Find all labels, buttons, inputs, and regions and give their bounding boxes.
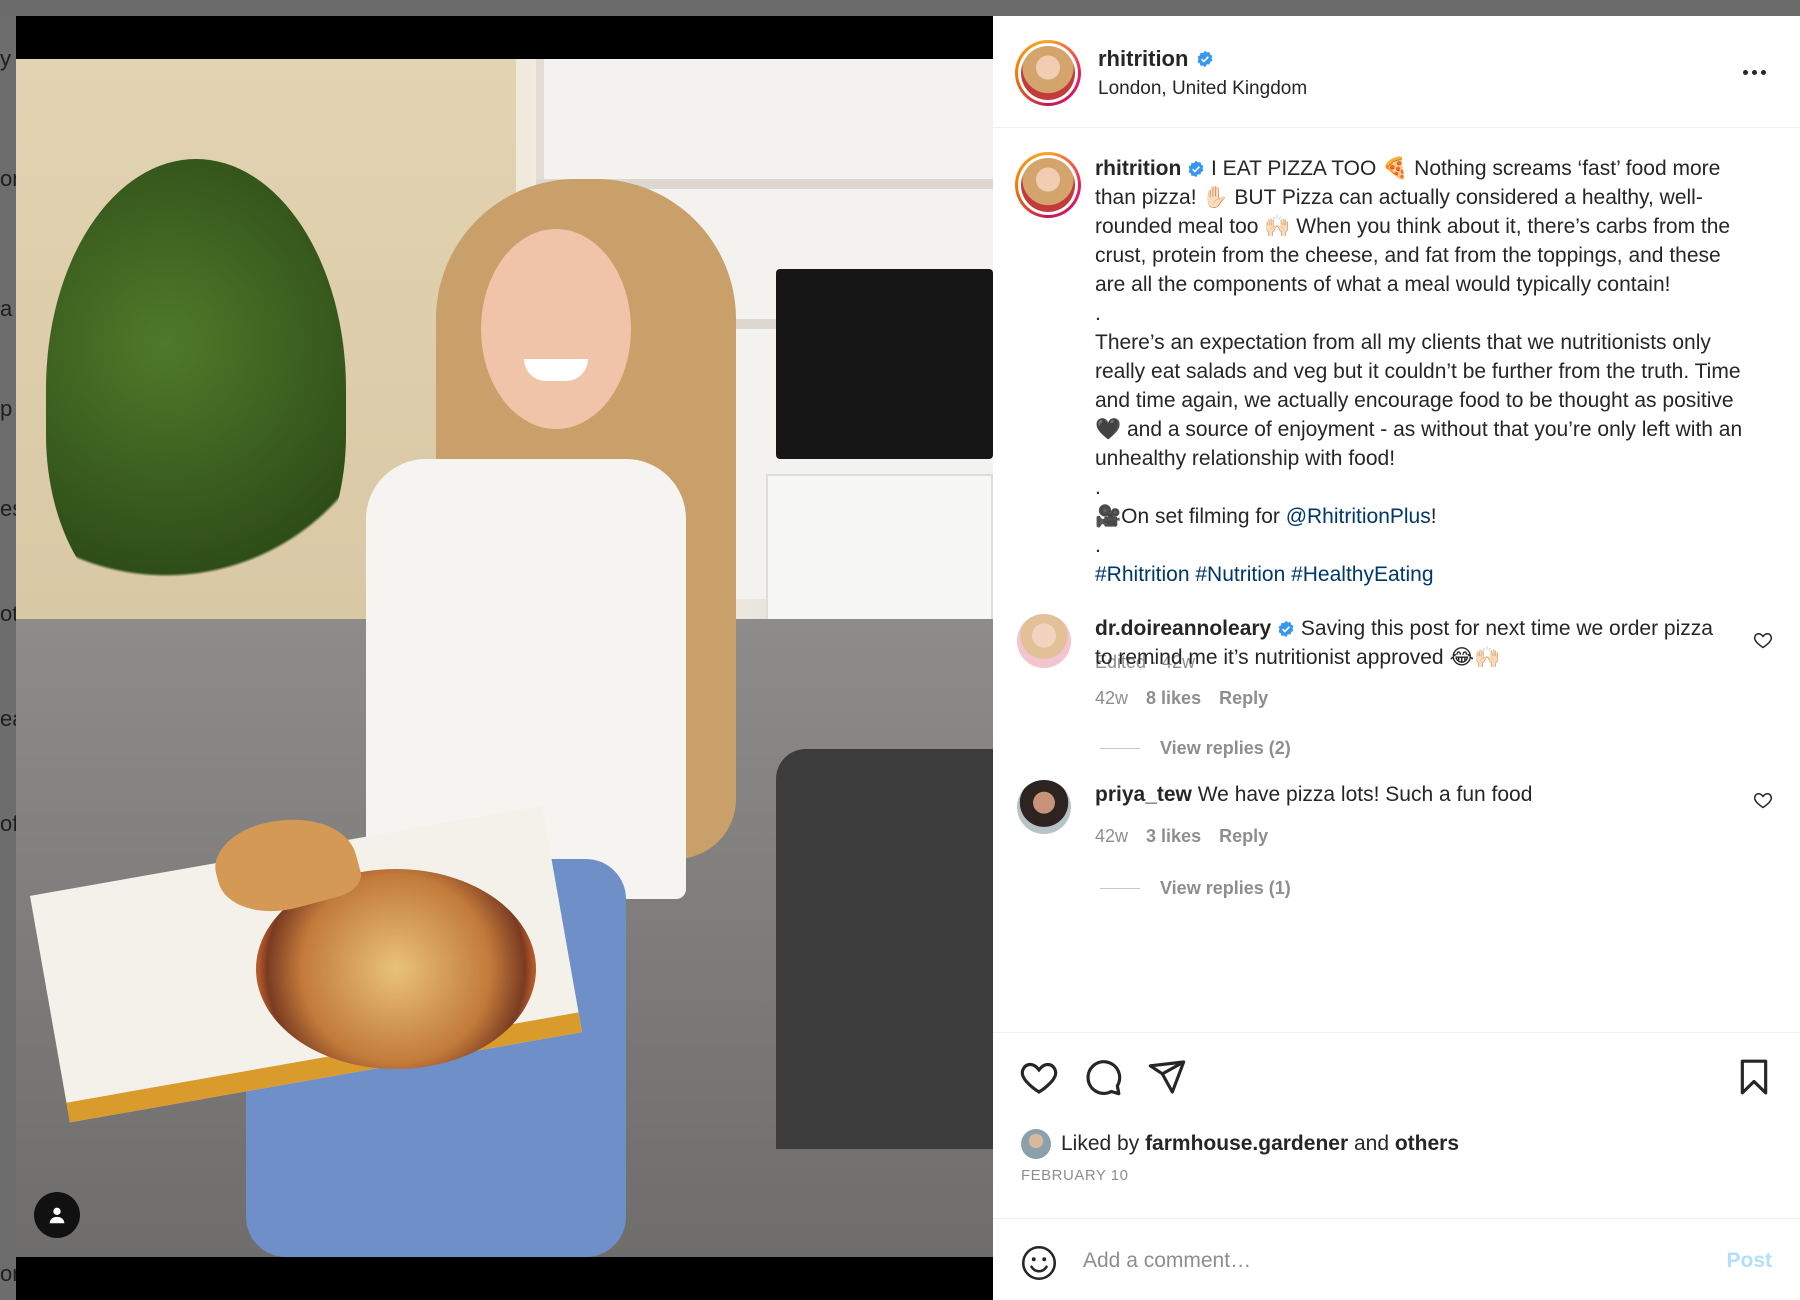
backdrop-text: of bbox=[0, 811, 16, 836]
caption-hashtags[interactable]: #Rhitrition #Nutrition #HealthyEating bbox=[1095, 563, 1434, 586]
caption-mention-link[interactable]: @RhitritionPlus bbox=[1286, 505, 1431, 528]
photo-person-face bbox=[481, 229, 631, 429]
view-replies-line bbox=[1100, 888, 1140, 889]
more-options-icon[interactable] bbox=[1736, 60, 1772, 84]
comment-likes[interactable]: 8 likes bbox=[1146, 688, 1201, 709]
comment-likes[interactable]: 3 likes bbox=[1146, 826, 1201, 847]
post-comment-button[interactable]: Post bbox=[1726, 1249, 1772, 1273]
comment-reply-button[interactable]: Reply bbox=[1219, 688, 1268, 709]
post-location[interactable]: London, United Kingdom bbox=[1098, 78, 1307, 100]
view-replies-button[interactable]: View replies (2) bbox=[1100, 738, 1291, 759]
caption-text: rhitrition I EAT PIZZA TOO 🍕 Nothing scr… bbox=[1095, 154, 1745, 589]
backdrop-left-edge: y on a p es oti ea of or bbox=[0, 16, 16, 1300]
comment-input[interactable] bbox=[1083, 1241, 1643, 1281]
comment-meta: 42w 8 likes Reply bbox=[1095, 688, 1268, 709]
post-details-panel: rhitrition London, United Kingdom rhitri… bbox=[993, 16, 1800, 1300]
verified-badge-icon bbox=[1198, 50, 1213, 68]
comment-text: dr.doireannoleary Saving this post for n… bbox=[1095, 614, 1715, 672]
author-username-row: rhitrition bbox=[1098, 46, 1214, 72]
backdrop-text: p bbox=[0, 396, 13, 421]
verified-badge-icon bbox=[1278, 620, 1294, 638]
view-replies-label: View replies (2) bbox=[1160, 738, 1291, 758]
liked-by-prefix: Liked by bbox=[1061, 1132, 1146, 1155]
author-avatar[interactable] bbox=[1015, 40, 1081, 106]
bookmark-icon[interactable] bbox=[1734, 1057, 1774, 1097]
view-replies-button[interactable]: View replies (1) bbox=[1100, 878, 1291, 899]
liked-by-avatar[interactable] bbox=[1021, 1129, 1051, 1159]
heart-icon[interactable] bbox=[1019, 1057, 1059, 1097]
post-date[interactable]: FEBRUARY 10 bbox=[1021, 1167, 1129, 1184]
comment-reply-button[interactable]: Reply bbox=[1219, 826, 1268, 847]
comment-avatar[interactable] bbox=[1017, 614, 1071, 668]
post-photo[interactable] bbox=[16, 59, 993, 1257]
caption-author-avatar[interactable] bbox=[1015, 152, 1081, 218]
verified-badge-icon bbox=[1188, 160, 1204, 178]
user-tag-button[interactable] bbox=[34, 1192, 80, 1238]
photo-cabinet bbox=[766, 474, 993, 634]
comment-time[interactable]: 42w bbox=[1095, 688, 1128, 709]
post-media[interactable] bbox=[16, 16, 993, 1300]
liked-by-others[interactable]: others bbox=[1395, 1132, 1459, 1155]
comment-text: priya_tew We have pizza lots! Such a fun… bbox=[1095, 780, 1715, 809]
backdrop-text: or bbox=[0, 1261, 16, 1286]
caption-separator: . bbox=[1095, 476, 1101, 499]
liked-by-text: Liked by farmhouse.gardener and others bbox=[1061, 1132, 1459, 1156]
view-replies-label: View replies (1) bbox=[1160, 878, 1291, 898]
comment-avatar[interactable] bbox=[1017, 780, 1071, 834]
comment-meta: 42w 3 likes Reply bbox=[1095, 826, 1268, 847]
caption-filming-prefix: 🎥On set filming for bbox=[1095, 505, 1286, 528]
comment-icon[interactable] bbox=[1083, 1057, 1123, 1097]
backdrop-text: oti bbox=[0, 601, 16, 626]
caption-filming-suffix: ! bbox=[1430, 505, 1437, 528]
post-actions: Liked by farmhouse.gardener and others F… bbox=[993, 1032, 1800, 1197]
emoji-icon[interactable] bbox=[1021, 1245, 1057, 1281]
backdrop-text: es bbox=[0, 496, 16, 521]
comment-like-heart-icon[interactable] bbox=[1753, 790, 1773, 810]
comment-like-heart-icon[interactable] bbox=[1753, 630, 1773, 650]
comments-scroll-area[interactable]: rhitrition I EAT PIZZA TOO 🍕 Nothing scr… bbox=[993, 128, 1800, 1046]
author-username[interactable]: rhitrition bbox=[1098, 46, 1188, 72]
caption-username[interactable]: rhitrition bbox=[1095, 157, 1181, 180]
caption-separator: . bbox=[1095, 302, 1101, 325]
add-comment-bar: Post bbox=[993, 1218, 1800, 1300]
comment-body: We have pizza lots! Such a fun food bbox=[1197, 783, 1533, 806]
view-replies-line bbox=[1100, 748, 1140, 749]
comment-username[interactable]: dr.doireannoleary bbox=[1095, 617, 1271, 640]
liked-by-and: and bbox=[1348, 1132, 1395, 1155]
liked-by-row: Liked by farmhouse.gardener and others bbox=[1021, 1129, 1459, 1159]
backdrop-text: ea bbox=[0, 706, 16, 731]
backdrop-strip bbox=[0, 0, 1800, 16]
user-tag-icon bbox=[49, 1207, 65, 1224]
backdrop-text: a bbox=[0, 296, 13, 321]
post-header: rhitrition London, United Kingdom bbox=[993, 16, 1800, 128]
backdrop-text: y bbox=[0, 46, 11, 71]
share-icon[interactable] bbox=[1147, 1057, 1187, 1097]
caption-paragraph-2: There’s an expectation from all my clien… bbox=[1095, 331, 1748, 470]
photo-blanket bbox=[776, 749, 993, 1149]
photo-tv bbox=[776, 269, 993, 459]
comment-username[interactable]: priya_tew bbox=[1095, 783, 1192, 806]
backdrop-text: on bbox=[0, 166, 16, 191]
comment-time[interactable]: 42w bbox=[1095, 826, 1128, 847]
liked-by-user[interactable]: farmhouse.gardener bbox=[1145, 1132, 1348, 1155]
photo-plant bbox=[46, 159, 346, 619]
caption-separator: . bbox=[1095, 534, 1101, 557]
